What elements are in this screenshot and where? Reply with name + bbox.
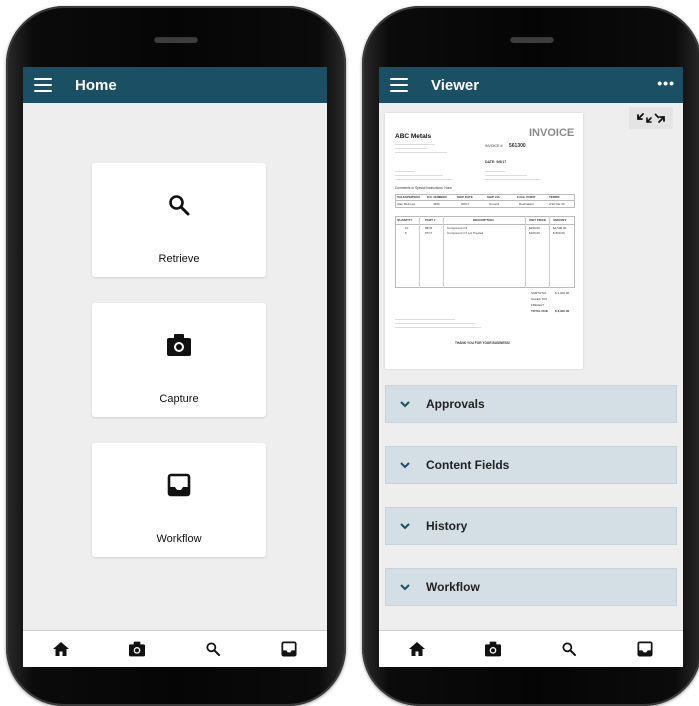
page-title: Viewer	[431, 76, 480, 94]
chevron-down-icon	[400, 583, 412, 591]
line1-part: 88C5	[425, 226, 433, 230]
line1-price: $250.00	[529, 226, 540, 230]
search-icon[interactable]	[203, 639, 223, 659]
col-po-number: P.O. NUMBER	[427, 195, 447, 199]
hamburger-menu-icon[interactable]	[390, 78, 408, 92]
camera-icon[interactable]	[483, 639, 503, 659]
total-due-value: $ 3,300.00	[555, 309, 570, 313]
line1-amount: $2,500.00	[553, 226, 567, 230]
accordion-approvals[interactable]: Approvals	[385, 385, 677, 423]
inbox-icon[interactable]	[635, 639, 655, 659]
home-icon[interactable]	[51, 639, 71, 659]
speaker-grille	[154, 36, 198, 43]
line2-price: $160.00	[529, 231, 540, 235]
cell-fob-point: Destination	[519, 202, 535, 206]
invoice-thanks: THANK YOU FOR YOUR BUSINESS!	[455, 341, 510, 345]
camera-icon	[166, 333, 192, 362]
accordion-history[interactable]: History	[385, 507, 677, 545]
line2-desc: Component C7 Lot Treated	[447, 231, 484, 235]
subtotal-label: SUBTOTAL	[531, 291, 547, 295]
camera-icon[interactable]	[127, 639, 147, 659]
col-salesperson: SALESPERSON	[397, 195, 420, 199]
sales-tax-label: SALES TAX	[531, 297, 548, 301]
line2-amount: $ 800.00	[553, 231, 565, 235]
home-icon[interactable]	[407, 639, 427, 659]
accordion-label: Content Fields	[426, 458, 510, 472]
home-screen: Home Retrieve Capture Workflow	[23, 67, 327, 667]
home-app-bar: Home	[23, 67, 327, 103]
accordion-label: Workflow	[426, 580, 480, 594]
line2-part: 57C7	[425, 231, 433, 235]
line-items-table	[395, 216, 575, 288]
chevron-down-icon	[400, 400, 412, 408]
invoice-number-label: INVOICE #:	[485, 144, 504, 148]
col-quantity: QUANTITY	[397, 218, 413, 222]
workflow-tile[interactable]: Workflow	[92, 443, 266, 557]
accordion-label: History	[426, 519, 468, 533]
cell-terms: 2/10 Net 30	[549, 202, 565, 206]
retrieve-label: Retrieve	[158, 253, 200, 265]
invoice-number: 561300	[509, 143, 526, 149]
total-due-label: TOTAL DUE	[531, 309, 548, 313]
accordion-label: Approvals	[426, 397, 485, 411]
inbox-icon	[167, 473, 191, 502]
invoice-date: DATE: 9/6/17	[485, 160, 507, 164]
bottom-nav	[23, 630, 327, 667]
col-description: DESCRIPTION	[473, 218, 494, 222]
col-part: PART #	[425, 218, 436, 222]
freight-label: FREIGHT	[531, 303, 545, 307]
page-title: Home	[75, 76, 117, 94]
col-unit-price: UNIT PRICE	[529, 218, 547, 222]
cell-ship-date: 9/6/17	[461, 202, 470, 206]
chevron-down-icon	[400, 461, 412, 469]
invoice-document: ABC Metals INVOICE INVOICE #: 561300 DAT…	[385, 113, 583, 369]
left-phone: Home Retrieve Capture Workflow	[6, 6, 346, 706]
line1-desc: Component C3	[447, 226, 468, 230]
chevron-down-icon	[400, 522, 412, 530]
invoice-company: ABC Metals	[395, 133, 432, 140]
accordion-workflow[interactable]: Workflow	[385, 568, 677, 606]
line1-qty: 10	[405, 226, 409, 230]
col-amount: AMOUNT	[553, 218, 567, 222]
col-fob-point: F.O.B. POINT	[517, 195, 536, 199]
order-info-table	[395, 194, 575, 208]
invoice-heading: INVOICE	[529, 127, 575, 139]
cell-po-number: 4356	[433, 202, 440, 206]
collapse-arrows-icon	[637, 113, 665, 123]
fullscreen-toggle[interactable]	[629, 107, 673, 129]
capture-label: Capture	[159, 393, 199, 405]
invoice-comments: Comments or Special Instructions: None	[395, 186, 453, 190]
inbox-icon[interactable]	[279, 639, 299, 659]
retrieve-tile[interactable]: Retrieve	[92, 163, 266, 277]
search-icon	[167, 193, 191, 222]
capture-tile[interactable]: Capture	[92, 303, 266, 417]
bottom-nav	[379, 630, 683, 667]
cell-ship-via: Ground	[489, 202, 500, 206]
col-ship-via: SHIP VIA	[487, 195, 500, 199]
subtotal-value: $ 3,300.00	[555, 291, 570, 295]
cell-salesperson: Alan McInnes	[397, 202, 416, 206]
hamburger-menu-icon[interactable]	[34, 78, 52, 92]
viewer-app-bar: Viewer •••	[379, 67, 683, 103]
workflow-label: Workflow	[156, 533, 202, 545]
col-terms: TERMS	[549, 195, 560, 199]
col-ship-date: SHIP DATE	[457, 195, 473, 199]
accordion-content-fields[interactable]: Content Fields	[385, 446, 677, 484]
search-icon[interactable]	[559, 639, 579, 659]
line2-qty: 5	[405, 231, 407, 235]
right-phone: Viewer ••• ABC Metals INVOICE INVOICE #:…	[362, 6, 699, 706]
viewer-screen: Viewer ••• ABC Metals INVOICE INVOICE #:…	[379, 67, 683, 667]
speaker-grille	[510, 36, 554, 43]
more-options-icon[interactable]: •••	[657, 75, 675, 91]
